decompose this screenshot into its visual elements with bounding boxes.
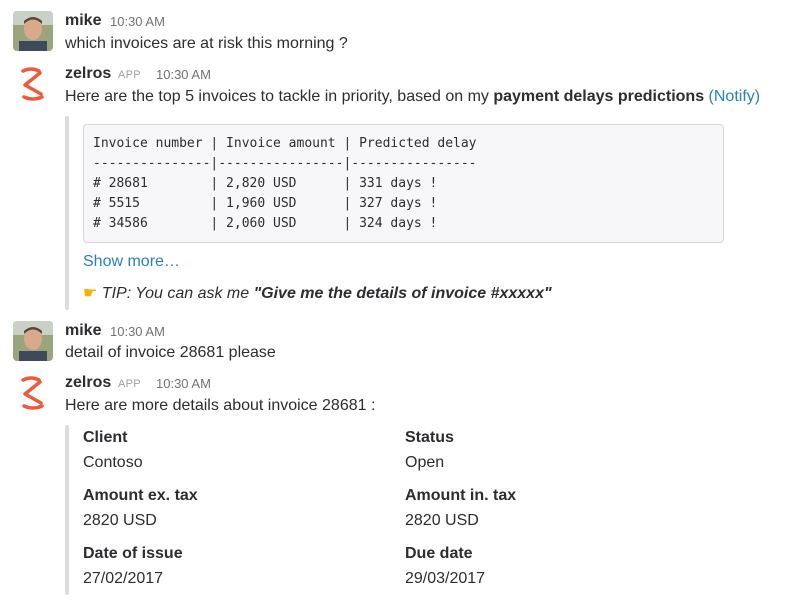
code-line: ---------------|----------------|-------… (93, 156, 477, 171)
field-label-due-date: Due date (405, 545, 473, 562)
message-author[interactable]: mike (65, 322, 101, 340)
message-text: Here are more details about invoice 2868… (65, 397, 376, 414)
field-value-status: Open (405, 454, 445, 471)
message-text-bold: payment delays predictions (493, 88, 705, 105)
message-timestamp[interactable]: 10:30 AM (156, 67, 211, 82)
tip-text: ☛ TIP: You can ask me "Give me the detai… (83, 283, 552, 303)
field-label-client: Client (83, 429, 128, 446)
message-text-prefix: Here are the top 5 invoices to tackle in… (65, 88, 494, 105)
tip-example: "Give me the details of invoice #xxxxx" (253, 285, 552, 302)
attachment-bar (65, 425, 69, 595)
notify-link[interactable]: (Notify) (709, 88, 761, 105)
field-label-date-of-issue: Date of issue (83, 545, 183, 562)
zelros-logo-icon[interactable] (13, 63, 53, 103)
code-line: Invoice number | Invoice amount | Predic… (93, 136, 477, 151)
message-author[interactable]: zelros (65, 374, 111, 392)
show-more-link[interactable]: Show more… (83, 253, 180, 271)
avatar-mike[interactable] (13, 321, 53, 361)
message-text: which invoices are at risk this morning … (65, 35, 348, 52)
message-text: Here are the top 5 invoices to tackle in… (65, 88, 760, 106)
message-author[interactable]: zelros (65, 65, 111, 83)
code-line: # 28681 | 2,820 USD | 331 days ! (93, 176, 438, 191)
tip-prefix: TIP: You can ask me (101, 285, 254, 302)
message-timestamp[interactable]: 10:30 AM (110, 324, 165, 339)
field-value-client: Contoso (83, 454, 143, 471)
message-author[interactable]: mike (65, 12, 101, 30)
message-timestamp[interactable]: 10:30 AM (110, 14, 165, 29)
field-label-amount-in-tax: Amount in. tax (405, 487, 517, 504)
message-timestamp[interactable]: 10:30 AM (156, 376, 211, 391)
code-line: # 34586 | 2,060 USD | 324 days ! (93, 216, 438, 231)
app-badge: APP (118, 69, 141, 81)
message-text: detail of invoice 28681 please (65, 344, 276, 361)
field-value-amount-in-tax: 2820 USD (405, 512, 479, 529)
app-badge: APP (118, 378, 141, 390)
code-block: Invoice number | Invoice amount | Predic… (83, 124, 724, 243)
field-label-status: Status (405, 429, 454, 446)
avatar-mike[interactable] (13, 11, 53, 51)
zelros-logo-icon[interactable] (13, 372, 53, 412)
attachment-bar (65, 116, 69, 310)
field-label-amount-ex-tax: Amount ex. tax (83, 487, 198, 504)
pointing-hand-icon: ☛ (83, 285, 98, 302)
code-line: # 5515 | 1,960 USD | 327 days ! (93, 196, 438, 211)
field-value-date-of-issue: 27/02/2017 (83, 570, 164, 587)
field-value-amount-ex-tax: 2820 USD (83, 512, 157, 529)
field-value-due-date: 29/03/2017 (405, 570, 486, 587)
